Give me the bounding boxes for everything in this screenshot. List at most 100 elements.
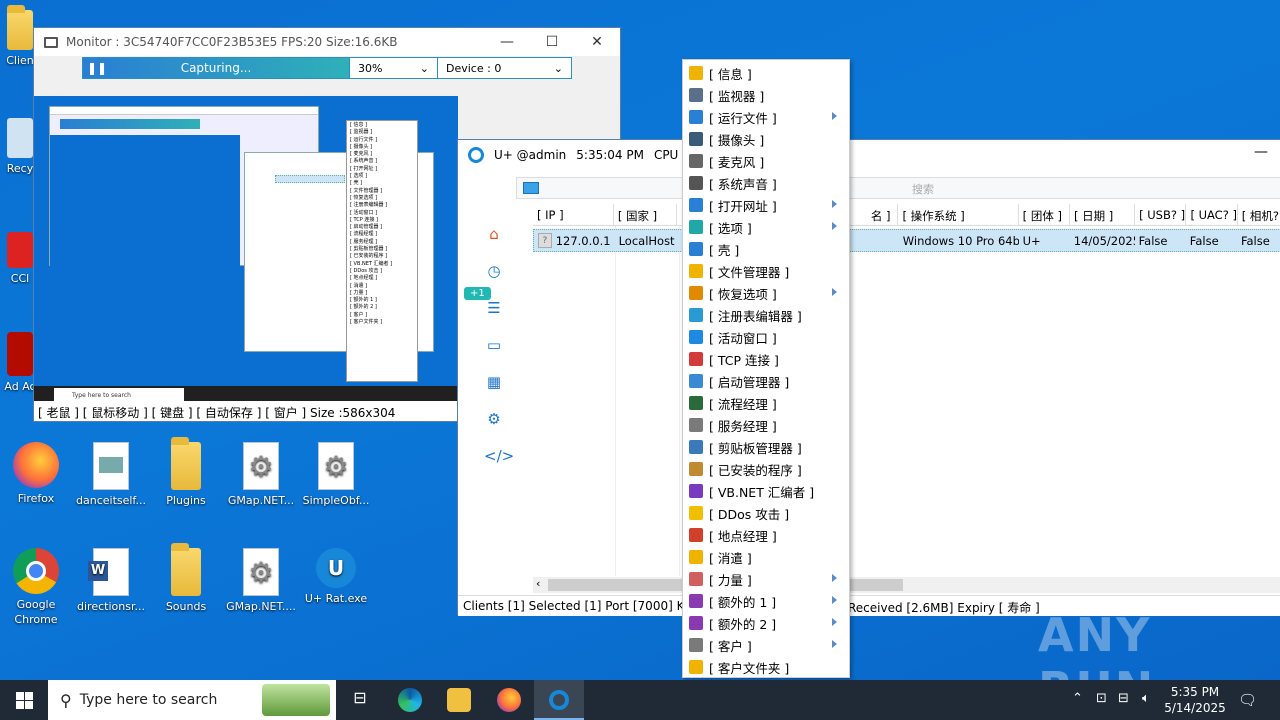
menu-item-label: [ 力量 ] <box>709 572 752 588</box>
remote-screen[interactable]: [ 信息 ][ 监视器 ][ 运行文件 ][ 摄像头 ][ 麦克风 ][ 系统声… <box>34 96 458 404</box>
menu-item[interactable]: [ 恢复选项 ] <box>683 282 849 304</box>
desktop-icon-gmap-2[interactable]: ⚙ GMap.NET.... <box>225 548 297 614</box>
recycle-bin-icon <box>7 118 33 158</box>
capture-button[interactable]: ❚❚ Capturing... <box>83 58 349 78</box>
menu-item[interactable]: [ 额外的 1 ] <box>683 590 849 612</box>
urat-taskbar-button[interactable] <box>534 680 584 720</box>
desktop-icon-plugins[interactable]: Plugins <box>150 437 222 508</box>
menu-item-label: [ 麦克风 ] <box>709 154 765 170</box>
menu-item[interactable]: [ 额外的 2 ] <box>683 612 849 634</box>
chevron-up-icon[interactable]: ⌃ <box>1072 691 1083 706</box>
menu-item[interactable]: [ 流程经理 ] <box>683 392 849 414</box>
column-header[interactable]: [ UAC? ] <box>1186 204 1238 225</box>
menu-item[interactable]: [ 打开网址 ] <box>683 194 849 216</box>
scroll-left-icon[interactable]: ‹ <box>536 577 540 590</box>
monitor-icon[interactable]: ▭ <box>484 336 504 354</box>
maximize-button[interactable]: ☐ <box>529 28 575 56</box>
menu-item-label: [ 摄像头 ] <box>709 132 765 148</box>
minimize-button[interactable]: — <box>484 28 530 56</box>
desktop-icon-urat[interactable]: U U+ Rat.exe <box>300 548 372 606</box>
menu-item[interactable]: [ VB.NET 汇编者 ] <box>683 480 849 502</box>
start-button[interactable] <box>0 680 48 720</box>
taskbar-search[interactable]: ⚲ Type here to search <box>48 680 336 720</box>
desktop-icon-simpleobf[interactable]: ⚙ SimpleObf... <box>300 442 372 508</box>
code-icon[interactable]: </> <box>484 447 514 465</box>
column-header[interactable]: [ IP ] <box>533 204 614 225</box>
menu-item[interactable]: [ TCP 连接 ] <box>683 348 849 370</box>
table-row[interactable]: ?127.0.0.1 LocalHost 3 Windows 10 Pro 64… <box>533 229 1280 252</box>
desktop-icon-firefox[interactable]: Firefox <box>0 442 72 506</box>
menu-item-icon <box>689 550 703 564</box>
menu-item-icon <box>689 154 703 168</box>
menu-item[interactable]: [ 信息 ] <box>683 62 849 84</box>
column-header[interactable]: [ 团体 ] <box>1019 204 1070 225</box>
menu-item-icon <box>689 374 703 388</box>
menu-item[interactable]: [ 客户文件夹 ] <box>683 656 849 678</box>
desktop-icon-chrome[interactable]: Google Chrome <box>0 548 72 627</box>
menu-item[interactable]: [ 活动窗口 ] <box>683 326 849 348</box>
column-header[interactable]: [ 操作系统 ] <box>898 204 1019 225</box>
menu-item[interactable]: [ 启动管理器 ] <box>683 370 849 392</box>
minimize-button[interactable]: — <box>1254 144 1268 160</box>
desktop-icon-gmap-1[interactable]: ⚙ GMap.NET... <box>225 442 297 508</box>
menu-item[interactable]: [ 运行文件 ] <box>683 106 849 128</box>
task-view-icon[interactable]: ⊟ <box>348 688 372 712</box>
column-header[interactable]: [ 日期 ] <box>1070 204 1136 225</box>
menu-item[interactable]: [ 选项 ] <box>683 216 849 238</box>
menu-item[interactable]: [ 服务经理 ] <box>683 414 849 436</box>
cell-date: 14/05/2025 <box>1073 234 1135 248</box>
menu-item[interactable]: [ 剪贴板管理器 ] <box>683 436 849 458</box>
menu-item-label: [ 活动窗口 ] <box>709 330 777 346</box>
menu-item-icon <box>689 506 703 520</box>
notifications-icon[interactable]: 🗨︎ <box>1238 691 1257 709</box>
desktop-icon-directions[interactable]: W directionsr... <box>75 548 147 614</box>
menu-item[interactable]: [ 力量 ] <box>683 568 849 590</box>
column-header[interactable]: [ 相机? ] <box>1238 204 1280 225</box>
cell-uac: False <box>1189 234 1219 248</box>
menu-item[interactable]: [ 摄像头 ] <box>683 128 849 150</box>
file-explorer-icon[interactable] <box>447 688 471 712</box>
menu-item[interactable]: [ 消遣 ] <box>683 546 849 568</box>
menu-item-label: [ 监视器 ] <box>709 88 765 104</box>
firefox-taskbar-icon[interactable] <box>497 688 521 712</box>
desktop-icon-danceitself[interactable]: danceitself... <box>75 442 147 508</box>
server-icon[interactable]: ☰ <box>484 299 504 317</box>
column-header[interactable]: [ 国家 ] <box>614 204 677 225</box>
menu-item[interactable]: [ 已安装的程序 ] <box>683 458 849 480</box>
menu-item[interactable]: [ 注册表编辑器 ] <box>683 304 849 326</box>
quality-select[interactable]: 30% ⌄ <box>349 58 437 78</box>
column-header[interactable]: 名 ] <box>867 204 899 225</box>
desktop-icon-sounds[interactable]: Sounds <box>150 543 222 614</box>
cell-ip: 127.0.0.1 <box>555 233 611 248</box>
context-menu: [ 信息 ] [ 监视器 ] [ 运行文件 ] [ 摄像头 ] [ 麦克风 ] [ 系统声… <box>682 59 850 678</box>
menu-item[interactable]: [ 系统声音 ] <box>683 172 849 194</box>
clock-icon[interactable]: ◷ <box>484 262 504 280</box>
status-right: Received [2.6MB] Expiry [ 寿命 ] <box>848 601 1040 615</box>
menu-item[interactable]: [ 麦克风 ] <box>683 150 849 172</box>
column-header[interactable]: [ USB? ] <box>1135 204 1187 225</box>
menu-item-icon <box>689 242 703 256</box>
menu-item[interactable]: [ 监视器 ] <box>683 84 849 106</box>
network-icon[interactable]: ⊟ <box>1118 691 1129 706</box>
menu-item[interactable]: [ 壳 ] <box>683 238 849 260</box>
edge-icon[interactable] <box>398 688 422 712</box>
dashboard-icon[interactable]: ▦ <box>484 373 504 391</box>
home-icon[interactable]: ⌂ <box>484 225 504 243</box>
settings-icon[interactable]: ⚙ <box>484 410 504 428</box>
close-button[interactable]: ✕ <box>574 28 620 56</box>
device-select[interactable]: Device : 0 ⌄ <box>437 58 571 78</box>
menu-item-icon <box>689 638 703 652</box>
menu-item[interactable]: [ 地点经理 ] <box>683 524 849 546</box>
menu-item[interactable]: [ DDos 攻击 ] <box>683 502 849 524</box>
urat-taskbar-icon <box>549 690 569 710</box>
menu-item[interactable]: [ 客户 ] <box>683 634 849 656</box>
cell-name <box>867 230 899 251</box>
volume-icon[interactable]: 🔈︎ <box>1142 691 1150 706</box>
horizontal-scrollbar[interactable]: ‹ <box>533 577 1280 593</box>
device-icon[interactable]: ⊡ <box>1096 691 1107 706</box>
taskbar-clock[interactable]: 5:35 PM 5/14/2025 <box>1160 684 1230 716</box>
search-bar[interactable]: 搜索 <box>516 177 1280 199</box>
menu-item[interactable]: [ 文件管理器 ] <box>683 260 849 282</box>
image-file-icon <box>93 442 129 490</box>
desktop-icon-label: Sounds <box>165 600 207 613</box>
